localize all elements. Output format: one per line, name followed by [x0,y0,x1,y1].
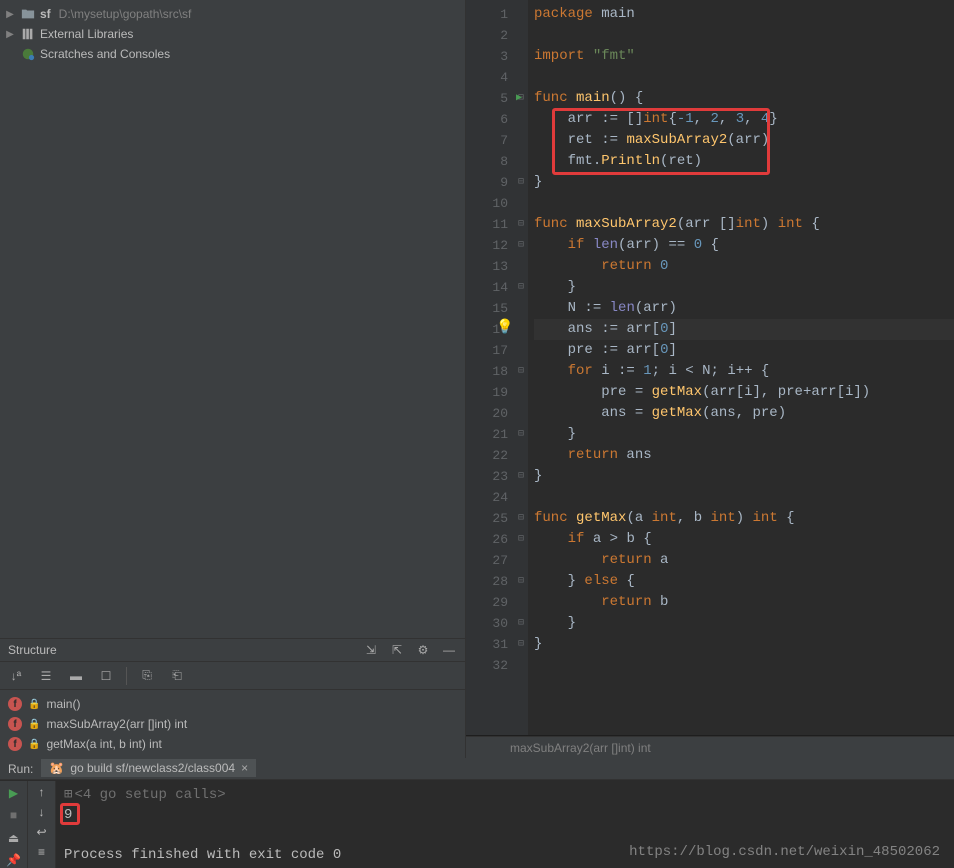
minimize-icon[interactable]: — [441,642,457,658]
structure-item-maxsubarray2[interactable]: f 🔒 maxSubArray2(arr []int) int [0,714,465,734]
structure-list: f 🔒 main() f 🔒 maxSubArray2(arr []int) i… [0,690,465,758]
structure-item-label: main() [46,697,80,711]
line-gutter[interactable]: 12345▶6789101112131415161718192021222324… [466,0,514,735]
structure-item-main[interactable]: f 🔒 main() [0,694,465,714]
fold-column[interactable]: ⊟⊟⊟⊟⊟⊟⊟⊟⊟⊟⊟⊟⊟ [514,0,528,735]
function-badge: f [8,697,22,711]
exit-icon[interactable]: ⏏ [4,830,24,846]
console-output[interactable]: ⊞<4 go setup calls>9Process finished wit… [56,781,954,868]
structure-title: Structure [8,643,57,657]
breadcrumb[interactable]: maxSubArray2(arr []int) int [466,736,954,758]
code-area[interactable]: package mainimport "fmt"func main() { ar… [528,0,954,735]
stop-icon[interactable]: ■ [4,807,24,823]
watermark: https://blog.csdn.net/weixin_48502062 [629,844,940,860]
run-label: Run: [8,762,33,776]
scratches-icon [20,46,36,62]
go-icon: 🐹 [49,761,64,775]
fields-icon[interactable]: ▬ [66,666,86,686]
run-header: Run: 🐹 go build sf/newclass2/class004 × [0,758,954,780]
collapse-all-icon[interactable]: ⎗ [167,666,187,686]
gear-icon[interactable]: ⚙ [415,642,431,658]
project-root-name: sf [40,7,51,21]
structure-item-label: maxSubArray2(arr []int) int [46,717,187,731]
lock-icon: 🔒 [28,719,40,730]
structure-item-label: getMax(a int, b int) int [46,737,161,751]
expand-icon[interactable]: ⇱ [389,642,405,658]
down-icon[interactable]: ↓ [39,805,45,819]
external-libraries[interactable]: ▶ External Libraries [0,24,465,44]
scratches[interactable]: Scratches and Consoles [0,44,465,64]
function-badge: f [8,737,22,751]
sort-icon[interactable]: ☰ [36,666,56,686]
scroll-icon[interactable]: ≡ [38,845,45,859]
project-root-path: D:\mysetup\gopath\src\sf [59,7,192,21]
run-tab[interactable]: 🐹 go build sf/newclass2/class004 × [41,759,256,779]
folder-icon [20,6,36,22]
lock-icon: 🔒 [28,739,40,750]
highlight-box-1 [552,108,770,175]
chevron-right-icon[interactable]: ▶ [4,9,16,20]
expand-all-icon[interactable]: ⎘ [137,666,157,686]
show-icon[interactable]: ☐ [96,666,116,686]
external-libraries-label: External Libraries [40,27,133,41]
sort-alpha-icon[interactable]: ↓ª [6,666,26,686]
breadcrumb-text: maxSubArray2(arr []int) int [510,741,651,755]
lock-icon: 🔒 [28,699,40,710]
function-badge: f [8,717,22,731]
run-tab-label: go build sf/newclass2/class004 [70,761,235,775]
close-icon[interactable]: × [241,761,248,775]
project-tree[interactable]: ▶ sf D:\mysetup\gopath\src\sf ▶ External… [0,0,465,638]
libraries-icon [20,26,36,42]
chevron-right-icon[interactable]: ▶ [4,29,16,40]
rerun-icon[interactable]: ▶ [4,785,24,801]
structure-toolbar: ↓ª ☰ ▬ ☐ ⎘ ⎗ [0,662,465,690]
run-toolbar-left2: ↑ ↓ ↩ ≡ [28,781,56,868]
structure-header: Structure ⇲ ⇱ ⚙ — [0,638,465,662]
structure-item-getmax[interactable]: f 🔒 getMax(a int, b int) int [0,734,465,754]
collapse-icon[interactable]: ⇲ [363,642,379,658]
run-toolbar-left: ▶ ■ ⏏ 📌 [0,781,28,868]
scratches-label: Scratches and Consoles [40,47,170,61]
project-root[interactable]: ▶ sf D:\mysetup\gopath\src\sf [0,4,465,24]
up-icon[interactable]: ↑ [39,785,45,799]
code-editor[interactable]: 12345▶6789101112131415161718192021222324… [466,0,954,736]
pin-icon[interactable]: 📌 [4,852,24,868]
softwrap-icon[interactable]: ↩ [36,825,46,839]
